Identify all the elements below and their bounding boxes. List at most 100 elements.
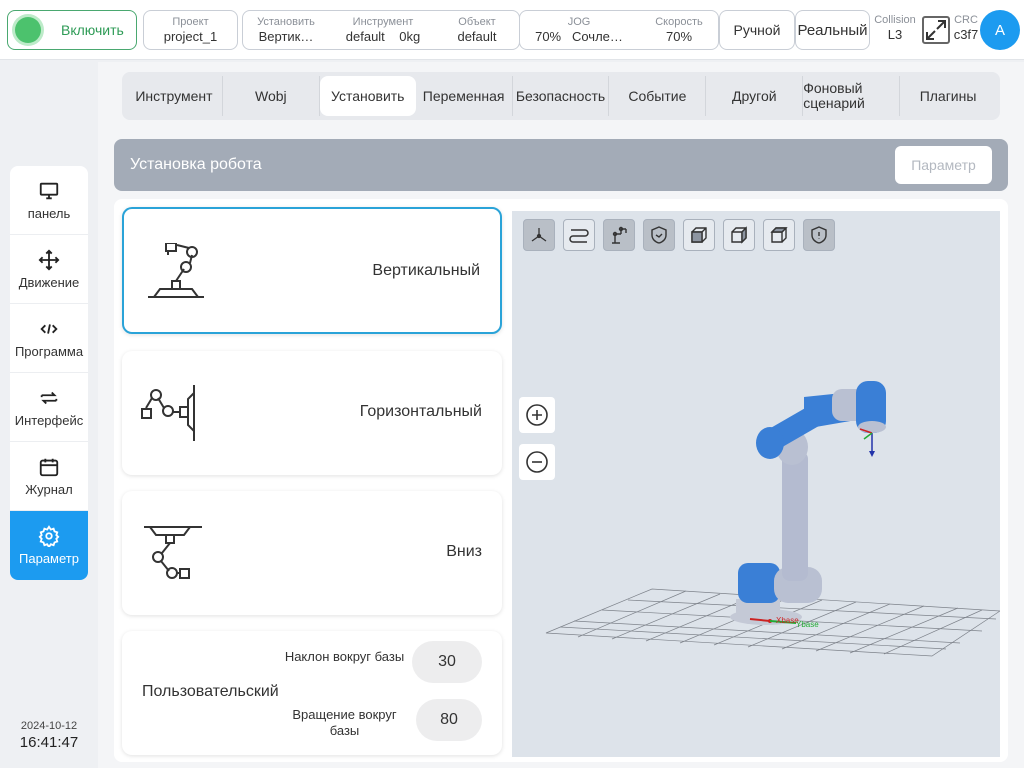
clock-time: 16:41:47: [19, 734, 79, 751]
code-icon: [40, 323, 58, 334]
main-area: Инструмент Wobj Установить Переменная Бе…: [98, 62, 1024, 768]
section-header: Установка робота Параметр: [114, 139, 1008, 191]
real-mode-button[interactable]: Реальный: [795, 10, 870, 50]
collision-value: L3: [887, 27, 903, 42]
view-safety-button[interactable]: [643, 219, 675, 251]
zoom-out-icon: [526, 451, 548, 473]
view-default-button[interactable]: [523, 219, 555, 251]
install-value: Вертик…: [258, 29, 314, 44]
speed-label: Скорость: [655, 16, 703, 28]
robot-scene: Xbase Ybase: [545, 381, 1000, 657]
parameter-button[interactable]: Параметр: [895, 146, 992, 184]
enable-button[interactable]: Включить: [7, 10, 137, 50]
cube-top-icon: [770, 227, 788, 243]
calendar-icon: [39, 458, 59, 476]
mount-option-horizontal[interactable]: Горизонтальный: [122, 351, 502, 475]
zoom-in-icon: [526, 404, 548, 426]
view-cube-front-button[interactable]: [683, 219, 715, 251]
zoom-out-button[interactable]: [519, 444, 555, 480]
robot-arm-icon: [612, 226, 627, 244]
install-content: Вертикальный Горизонтальный Вниз Пользов…: [114, 199, 1008, 762]
mount-option-ceiling[interactable]: Вниз: [122, 491, 502, 615]
mount-option-vertical[interactable]: Вертикальный: [122, 207, 502, 334]
collision-label: Collision: [874, 14, 916, 26]
view-path-button[interactable]: [563, 219, 595, 251]
project-label: Проект: [172, 16, 209, 28]
move-arrows-icon: [38, 249, 60, 270]
robot-horizontal-icon: [141, 385, 195, 441]
cube-front-icon: [691, 227, 707, 243]
shield-alert-icon: [811, 226, 827, 244]
tool-value: default 0kg: [345, 29, 421, 44]
clock-date: 2024-10-12: [20, 720, 78, 732]
crc-indicator: CRC c3f7: [950, 14, 982, 42]
sidebar-item-journal[interactable]: Журнал: [10, 442, 88, 511]
status-group[interactable]: Установить Вертик… Инструмент default 0k…: [242, 10, 520, 50]
section-title: Установка робота: [130, 156, 262, 173]
tab-plugins[interactable]: Плагины: [900, 76, 996, 116]
project-value: project_1: [163, 29, 218, 44]
view-cube-top-button[interactable]: [763, 219, 795, 251]
sidebar-item-label: Журнал: [25, 481, 73, 497]
collision-level[interactable]: Collision L3: [872, 14, 918, 42]
sidebar-item-label: Движение: [18, 274, 80, 290]
settings-tabs: Инструмент Wobj Установить Переменная Бе…: [122, 72, 1000, 120]
sidebar-item-label: панель: [27, 205, 71, 221]
system-clock: 2024-10-12 16:41:47: [0, 720, 98, 751]
tab-safety[interactable]: Безопасность: [513, 76, 610, 116]
sidebar-item-interface[interactable]: Интерфейс: [10, 373, 88, 442]
gear-icon: [38, 525, 60, 547]
custom-title: Пользовательский: [142, 683, 279, 700]
sidebar-item-label: Параметр: [19, 551, 79, 566]
object-label: Объект: [458, 16, 496, 28]
tab-tool[interactable]: Инструмент: [126, 76, 223, 116]
jog-label: JOG: [567, 16, 591, 28]
mount-option-label: Вертикальный: [372, 262, 480, 279]
manual-mode-button[interactable]: Ручной: [719, 10, 795, 50]
crc-label: CRC: [954, 14, 978, 26]
tab-other[interactable]: Другой: [706, 76, 804, 116]
cube-side-icon: [731, 226, 747, 244]
sync-arrows-icon: [40, 391, 58, 404]
sidebar-item-panel[interactable]: панель: [10, 166, 88, 235]
tilt-input[interactable]: [412, 641, 482, 683]
sidebar-item-label: Интерфейс: [14, 412, 84, 428]
jog-speed-group[interactable]: JOG 70% Сочле… Скорость 70%: [519, 10, 719, 50]
top-bar: Включить Проект project_1 Установить Вер…: [0, 0, 1024, 60]
shield-check-icon: [651, 226, 667, 244]
tab-variable[interactable]: Переменная: [416, 76, 513, 116]
speed-value: 70%: [665, 29, 693, 44]
tab-install[interactable]: Установить: [319, 76, 416, 116]
axes-icon: [531, 228, 547, 242]
sidebar-nav: панель Движение Программа Интерфейс Журн…: [10, 166, 88, 580]
power-status-icon: [15, 17, 41, 43]
mount-option-label: Вниз: [446, 543, 482, 560]
sidebar-item-parameter[interactable]: Параметр: [10, 511, 88, 580]
tab-wobj[interactable]: Wobj: [223, 76, 320, 116]
project-indicator[interactable]: Проект project_1: [143, 10, 238, 50]
expand-icon[interactable]: [922, 16, 950, 44]
enable-label: Включить: [61, 22, 124, 38]
mount-option-custom[interactable]: Пользовательский Наклон вокруг базы Вращ…: [122, 631, 502, 755]
mount-option-label: Горизонтальный: [359, 403, 482, 420]
sidebar-item-motion[interactable]: Движение: [10, 235, 88, 304]
zoom-in-button[interactable]: [519, 397, 555, 433]
tilt-label: Наклон вокруг базы: [284, 649, 405, 664]
rotation-input[interactable]: [416, 699, 482, 741]
path-icon: [569, 229, 589, 243]
monitor-icon: [39, 182, 59, 199]
install-label: Установить: [257, 16, 315, 28]
base-y-axis-label: Ybase: [796, 620, 819, 629]
view-robot-button[interactable]: [603, 219, 635, 251]
view-alert-button[interactable]: [803, 219, 835, 251]
jog-value: 70% Сочле…: [535, 29, 623, 44]
user-avatar[interactable]: A: [980, 10, 1020, 50]
object-value: default: [457, 29, 497, 44]
robot-3d-viewer[interactable]: Xbase Ybase: [512, 211, 1000, 757]
rotation-label: Вращение вокруг базы: [292, 707, 397, 738]
tab-event[interactable]: Событие: [609, 76, 707, 116]
tab-background-script[interactable]: Фоновый сценарий: [803, 76, 901, 116]
view-cube-side-button[interactable]: [723, 219, 755, 251]
crc-value: c3f7: [953, 27, 979, 42]
sidebar-item-program[interactable]: Программа: [10, 304, 88, 373]
